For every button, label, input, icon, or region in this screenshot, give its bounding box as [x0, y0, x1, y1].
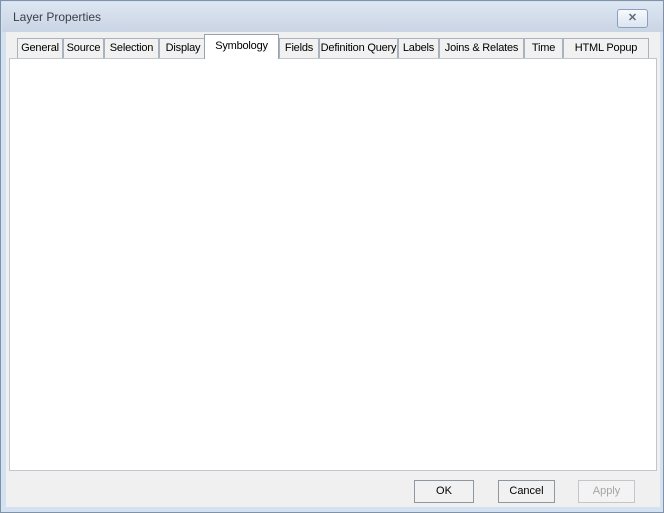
- close-button[interactable]: ✕: [617, 9, 648, 28]
- tab-symbology[interactable]: Symbology: [204, 34, 279, 59]
- close-icon: ✕: [628, 12, 637, 24]
- tab-labels[interactable]: Labels: [398, 38, 439, 58]
- tab-selection[interactable]: Selection: [104, 38, 159, 58]
- window-title: Layer Properties: [13, 10, 101, 24]
- cancel-button[interactable]: Cancel: [498, 480, 555, 503]
- apply-button[interactable]: Apply: [578, 480, 635, 503]
- title-bar: Layer Properties ✕: [2, 2, 663, 32]
- tab-display[interactable]: Display: [159, 38, 207, 58]
- tab-time[interactable]: Time: [524, 38, 563, 58]
- layer-properties-dialog: Layer Properties ✕ General Source Select…: [0, 0, 664, 513]
- tab-source[interactable]: Source: [63, 38, 104, 58]
- symbology-page: [9, 58, 657, 471]
- ok-button[interactable]: OK: [414, 480, 474, 503]
- tab-definition-query[interactable]: Definition Query: [319, 38, 398, 58]
- tab-fields[interactable]: Fields: [279, 38, 319, 58]
- tab-joins-relates[interactable]: Joins & Relates: [439, 38, 524, 58]
- tab-html-popup[interactable]: HTML Popup: [563, 38, 649, 58]
- tab-general[interactable]: General: [17, 38, 63, 58]
